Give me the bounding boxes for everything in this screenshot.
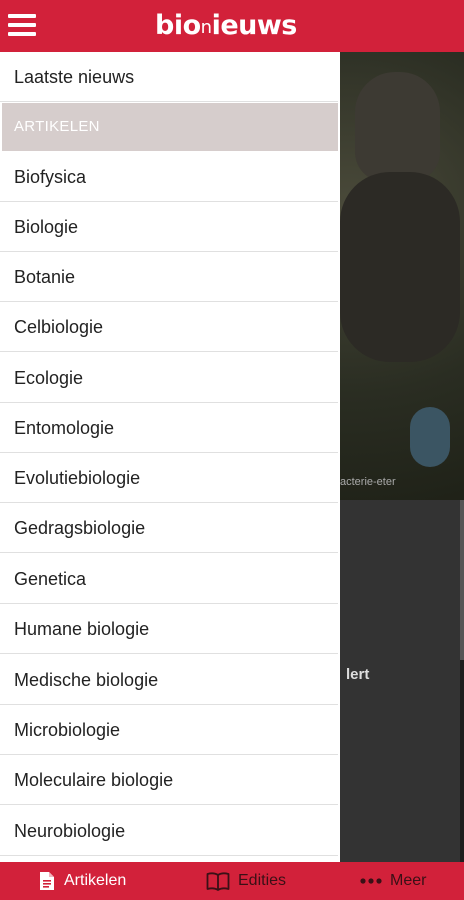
menu-icon[interactable] (8, 12, 36, 38)
logo-text-ieuws: ieuws (211, 10, 298, 41)
drawer-item-neurobiologie[interactable]: Neurobiologie (0, 806, 338, 856)
menu-bar (8, 23, 36, 27)
drawer-item-biologie[interactable]: Biologie (0, 202, 338, 252)
drawer-item-evolutiebiologie[interactable]: Evolutiebiologie (0, 453, 338, 503)
drawer-item-biofysica[interactable]: Biofysica (0, 152, 338, 202)
hero-shape (410, 407, 450, 467)
drawer-item-laatste-nieuws[interactable]: Laatste nieuws (0, 52, 338, 102)
menu-bar (8, 14, 36, 18)
article-card-edge (460, 500, 464, 660)
drawer-item-microbiologie[interactable]: Microbiologie (0, 705, 338, 755)
bottom-navigation: Artikelen Edities Meer (0, 862, 464, 900)
navigation-drawer: Laatste nieuws ARTIKELEN Biofysica Biolo… (0, 52, 340, 862)
hero-shape (340, 172, 460, 362)
more-dots-icon (360, 878, 382, 884)
menu-bar (8, 32, 36, 36)
hero-caption: acterie-eter (340, 476, 396, 488)
drawer-item-entomologie[interactable]: Entomologie (0, 403, 338, 453)
logo-text-bio: bio (155, 10, 201, 41)
drawer-item-ecologie[interactable]: Ecologie (0, 353, 338, 403)
drawer-item-botanie[interactable]: Botanie (0, 252, 338, 302)
tab-meer[interactable]: Meer (360, 862, 426, 900)
document-icon (40, 872, 54, 890)
drawer-item-genetica[interactable]: Genetica (0, 554, 338, 604)
drawer-item-gedragsbiologie[interactable]: Gedragsbiologie (0, 503, 338, 553)
app-logo: bionieuws (155, 9, 297, 43)
article-headline: lert (346, 666, 370, 683)
tab-label-meer: Meer (390, 872, 427, 889)
tab-label-edities: Edities (238, 872, 287, 889)
book-icon (206, 872, 230, 891)
drawer-section-header: ARTIKELEN (2, 103, 338, 151)
hero-shape (355, 72, 440, 182)
app-bar: bionieuws (0, 0, 464, 52)
tab-edities[interactable]: Edities (206, 862, 286, 900)
logo-text-n: n (200, 17, 212, 38)
tab-artikelen[interactable]: Artikelen (38, 862, 126, 900)
drawer-item-celbiologie[interactable]: Celbiologie (0, 302, 338, 352)
drawer-item-medische-biologie[interactable]: Medische biologie (0, 655, 338, 705)
drawer-item-moleculaire-biologie[interactable]: Moleculaire biologie (0, 755, 338, 805)
drawer-item-humane-biologie[interactable]: Humane biologie (0, 604, 338, 654)
tab-label-artikelen: Artikelen (64, 872, 127, 889)
